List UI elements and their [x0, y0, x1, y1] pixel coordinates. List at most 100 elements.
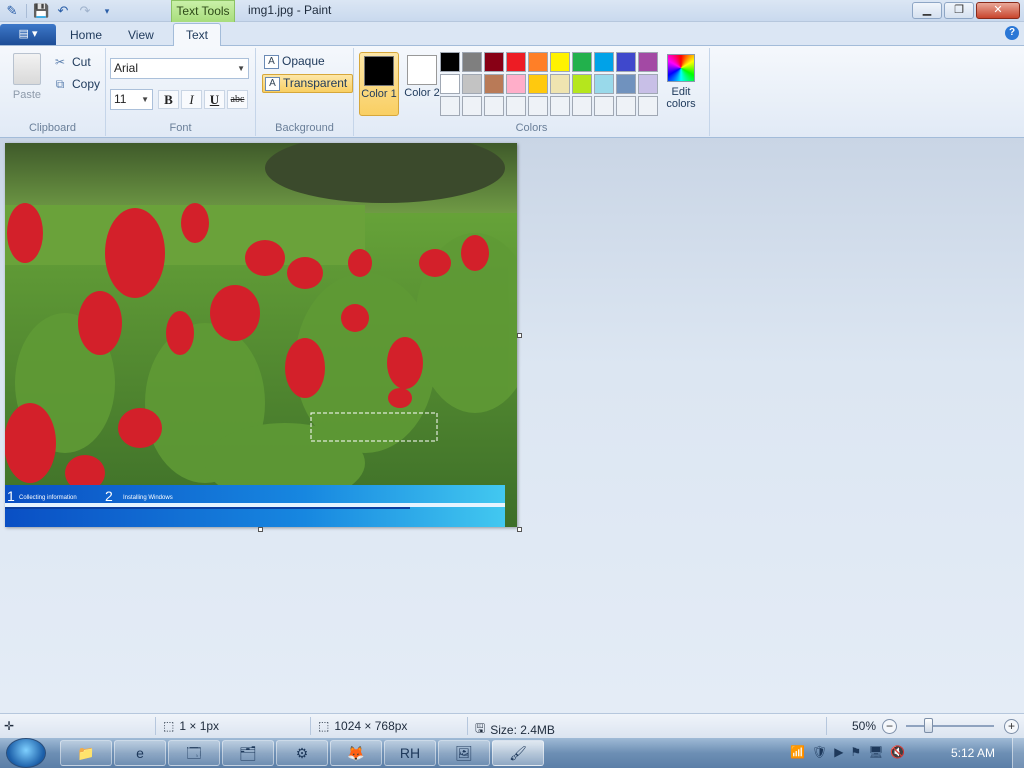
zoom-out-button[interactable]: −: [882, 719, 897, 734]
palette-swatch[interactable]: [594, 52, 614, 72]
resize-handle-corner[interactable]: [517, 527, 522, 532]
tray-security-icon[interactable]: 🛡: [812, 745, 827, 759]
paste-button[interactable]: Paste: [8, 53, 46, 101]
tab-home[interactable]: Home: [58, 26, 114, 47]
color2-button[interactable]: Color 2: [402, 52, 442, 116]
palette-swatch[interactable]: [462, 96, 482, 116]
palette-swatch[interactable]: [440, 74, 460, 94]
tray-media-icon[interactable]: ▶: [834, 745, 843, 759]
paint-app-icon[interactable]: ✎: [4, 3, 20, 19]
palette-swatch[interactable]: [616, 96, 636, 116]
taskbar-app-button[interactable]: 🗔: [168, 740, 220, 766]
status-separator: [467, 717, 468, 735]
zoom-slider-track[interactable]: [906, 725, 994, 727]
zoom-in-button[interactable]: +: [1004, 719, 1019, 734]
palette-swatch[interactable]: [484, 52, 504, 72]
status-separator: [310, 717, 311, 735]
palette-swatch[interactable]: [550, 74, 570, 94]
palette-swatch[interactable]: [528, 96, 548, 116]
palette-swatch[interactable]: [638, 96, 658, 116]
help-icon[interactable]: ?: [1005, 26, 1019, 40]
taskbar-app-button[interactable]: 📁: [60, 740, 112, 766]
palette-swatch[interactable]: [440, 96, 460, 116]
banner-progress-track: [5, 503, 505, 507]
palette-swatch[interactable]: [638, 74, 658, 94]
banner-progress-fill: [5, 507, 410, 509]
save-icon[interactable]: 💾: [33, 3, 49, 19]
taskbar-app-button[interactable]: 🦊: [330, 740, 382, 766]
palette-swatch[interactable]: [506, 74, 526, 94]
tab-view[interactable]: View: [116, 26, 166, 47]
underline-button[interactable]: U: [204, 90, 225, 109]
copy-button[interactable]: ⧉ Copy: [52, 76, 100, 92]
show-desktop-button[interactable]: [1012, 738, 1024, 768]
undo-icon[interactable]: ↶: [55, 3, 71, 19]
chevron-down-icon: ▼: [237, 64, 245, 73]
canvas-workspace[interactable]: 1 Collecting information 2 Installing Wi…: [0, 138, 1024, 713]
paint-menu-button[interactable]: ▤ ▾: [0, 24, 56, 45]
tray-app-icon[interactable]: ⚑: [850, 745, 861, 759]
resize-handle-right[interactable]: [517, 333, 522, 338]
taskbar-app-button[interactable]: ⚙: [276, 740, 328, 766]
cut-button[interactable]: ✂ Cut: [52, 54, 91, 70]
background-group: A Opaque A Transparent Background: [256, 48, 354, 136]
palette-swatch[interactable]: [616, 52, 636, 72]
start-button[interactable]: [6, 738, 46, 768]
color1-button[interactable]: Color 1: [359, 52, 399, 116]
window-controls: ▁ ❐ ✕: [912, 2, 1020, 19]
bold-button[interactable]: B: [158, 90, 179, 109]
palette-swatch[interactable]: [506, 96, 526, 116]
palette-swatch[interactable]: [506, 52, 526, 72]
cut-label: Cut: [72, 55, 91, 69]
palette-swatch[interactable]: [484, 74, 504, 94]
palette-swatch[interactable]: [462, 74, 482, 94]
zoom-level: 50%: [852, 719, 877, 733]
palette-swatch[interactable]: [528, 52, 548, 72]
resize-handle-bottom[interactable]: [258, 527, 263, 532]
zoom-slider-thumb[interactable]: [924, 718, 933, 733]
taskbar-clock[interactable]: 5:12 AM: [951, 746, 995, 760]
taskbar-app-button[interactable]: 🗂: [222, 740, 274, 766]
taskbar-app-button[interactable]: e: [114, 740, 166, 766]
transparent-icon: A: [265, 76, 280, 91]
palette-swatch[interactable]: [572, 74, 592, 94]
taskbar-app-button[interactable]: RH: [384, 740, 436, 766]
strikethrough-button[interactable]: abc: [227, 90, 248, 109]
transparent-button[interactable]: A Transparent: [262, 74, 354, 93]
palette-swatch[interactable]: [594, 74, 614, 94]
palette-swatch[interactable]: [550, 96, 570, 116]
tray-volume-muted-icon[interactable]: 🔇: [890, 745, 905, 759]
taskbar-app-button[interactable]: 🖌: [492, 740, 544, 766]
palette-swatch[interactable]: [572, 96, 592, 116]
italic-button[interactable]: I: [181, 90, 202, 109]
customize-qat-icon[interactable]: ▾: [99, 3, 115, 19]
palette-swatch[interactable]: [528, 74, 548, 94]
font-family-select[interactable]: Arial ▼: [110, 58, 249, 79]
minimize-button[interactable]: ▁: [912, 2, 942, 19]
quick-access-toolbar: ✎ 💾 ↶ ↷ ▾: [4, 3, 115, 19]
redo-icon[interactable]: ↷: [77, 3, 93, 19]
maximize-button[interactable]: ❐: [944, 2, 974, 19]
palette-swatch[interactable]: [484, 96, 504, 116]
tray-network-icon[interactable]: 📶: [790, 745, 805, 759]
cursor-position: ✛: [4, 719, 14, 733]
edit-colors-button[interactable]: Edit colors: [662, 54, 700, 110]
tulip-photo[interactable]: 1 Collecting information 2 Installing Wi…: [5, 143, 517, 527]
palette-swatch[interactable]: [594, 96, 614, 116]
tray-monitor-icon[interactable]: 🖥: [868, 745, 883, 759]
palette-swatch[interactable]: [638, 52, 658, 72]
copy-icon: ⧉: [55, 77, 65, 91]
selection-size: ⬚ 1 × 1px: [163, 719, 219, 733]
taskbar-app-button[interactable]: 🖼: [438, 740, 490, 766]
palette-swatch[interactable]: [616, 74, 636, 94]
opaque-button[interactable]: A Opaque: [262, 52, 330, 71]
image-canvas[interactable]: 1 Collecting information 2 Installing Wi…: [5, 143, 517, 527]
close-button[interactable]: ✕: [976, 2, 1020, 19]
tab-text[interactable]: Text: [173, 23, 222, 47]
palette-swatch[interactable]: [462, 52, 482, 72]
palette-swatch[interactable]: [440, 52, 460, 72]
system-tray: 📶 🛡 ▶ ⚑ 🖥 🔇: [790, 745, 905, 759]
palette-swatch[interactable]: [550, 52, 570, 72]
font-size-select[interactable]: 11 ▼: [110, 89, 153, 110]
palette-swatch[interactable]: [572, 52, 592, 72]
